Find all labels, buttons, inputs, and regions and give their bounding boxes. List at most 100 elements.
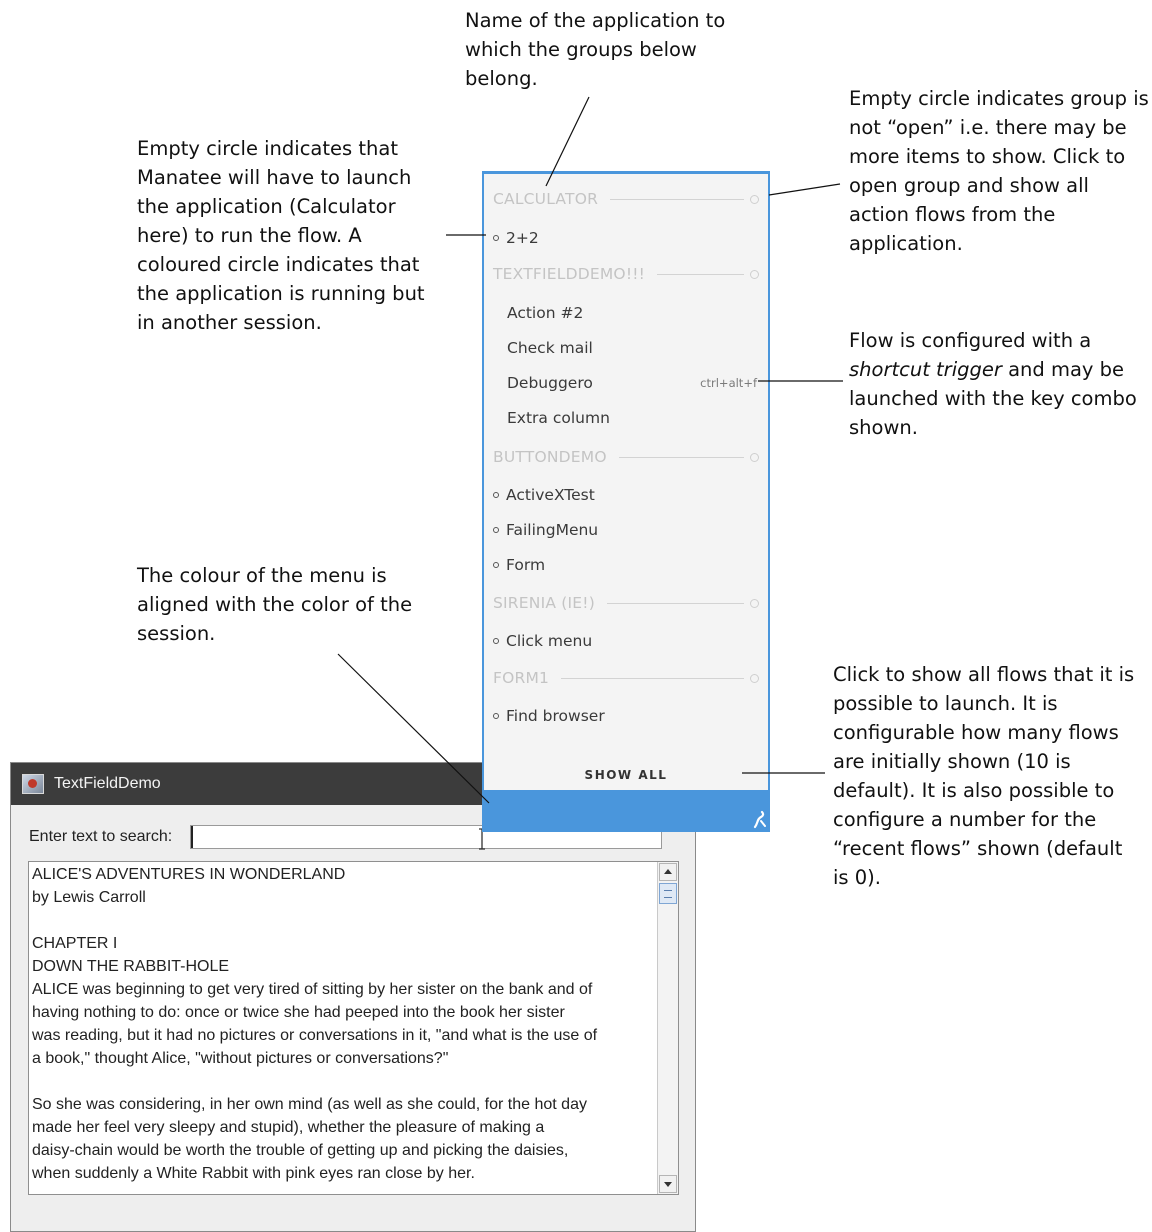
text-line: made her feel very sleepy and stupid), w… xyxy=(32,1119,545,1136)
menu-group-header[interactable]: CALCULATOR xyxy=(493,189,759,209)
manatee-logo-icon[interactable] xyxy=(752,809,766,829)
annotation-line: the application is running but xyxy=(137,282,425,305)
text-line: ALICE was beginning to get very tired of… xyxy=(32,981,593,998)
annotation-line: Manatee will have to launch xyxy=(137,166,412,189)
group-divider xyxy=(618,456,744,458)
text-line: DOWN THE RABBIT-HOLE xyxy=(32,958,230,975)
app-icon xyxy=(22,774,44,794)
group-name: FORM1 xyxy=(493,669,550,687)
search-label: Enter text to search: xyxy=(29,828,173,845)
menu-group-header[interactable]: BUTTONDEMO xyxy=(493,447,759,467)
text-line xyxy=(32,1070,656,1093)
group-divider xyxy=(657,273,744,275)
menu-footer xyxy=(482,790,770,832)
scroll-down-icon[interactable] xyxy=(659,1175,677,1193)
text-line: was reading, but it had no pictures or c… xyxy=(32,1027,598,1044)
scroll-up-icon[interactable] xyxy=(659,863,677,881)
launch-circle-icon xyxy=(493,492,499,498)
text-line: a book," thought Alice, "without picture… xyxy=(32,1050,449,1067)
annotation-line: belong. xyxy=(465,67,538,90)
group-name: CALCULATOR xyxy=(493,190,599,208)
annotation-line: aligned with the color of the xyxy=(137,593,413,616)
flow-label: Action #2 xyxy=(507,304,584,322)
launch-circle-icon xyxy=(493,713,499,719)
annotation-emphasis: shortcut trigger xyxy=(849,358,1002,381)
annotation-line: action flows from the xyxy=(849,203,1056,226)
annotation-text: and may be xyxy=(1001,358,1125,381)
annotation-line: Name of the application to xyxy=(465,9,726,32)
menu-flow-item[interactable]: Form xyxy=(493,555,759,575)
flow-label: Check mail xyxy=(507,339,593,357)
launch-circle-icon xyxy=(493,638,499,644)
annotation-line: session. xyxy=(137,622,216,645)
menu-flow-item[interactable]: Debuggero ctrl+alt+f xyxy=(493,373,759,393)
flow-label: Find browser xyxy=(506,707,605,725)
vertical-scrollbar[interactable] xyxy=(657,862,678,1194)
menu-flow-item[interactable]: Click menu xyxy=(493,631,759,651)
shortcut-trigger: ctrl+alt+f xyxy=(700,376,757,390)
group-open-circle-icon[interactable] xyxy=(750,673,759,683)
annotation-line: possible to launch. It is xyxy=(833,692,1058,715)
flow-label: Form xyxy=(506,556,546,574)
text-line: by Lewis Carroll xyxy=(32,889,146,906)
text-line: CHAPTER I xyxy=(32,935,118,952)
annotation-line: which the groups below xyxy=(465,38,697,61)
annotation-line: launched with the key combo xyxy=(849,387,1137,410)
flow-label: Debuggero xyxy=(507,374,593,392)
group-divider xyxy=(606,602,744,604)
annotation-line: shortcut trigger and may be xyxy=(849,355,1137,384)
annotation-empty-circle-launch: Empty circle indicates that Manatee will… xyxy=(137,134,425,337)
group-name: SIRENIA (IE!) xyxy=(493,594,595,612)
annotation-line: shown. xyxy=(849,416,918,439)
menu-flow-item[interactable]: Extra column xyxy=(493,408,759,428)
annotation-line: Empty circle indicates that xyxy=(137,137,398,160)
annotation-line: configure a number for the xyxy=(833,808,1097,831)
window-title: TextFieldDemo xyxy=(54,775,161,792)
flow-label: Click menu xyxy=(506,632,593,650)
group-name: BUTTONDEMO xyxy=(493,448,607,466)
annotation-line: “recent flows” shown (default xyxy=(833,837,1123,860)
annotation-shortcut-trigger: Flow is configured with a shortcut trigg… xyxy=(849,326,1137,442)
text-line: daisy-chain would be worth the trouble o… xyxy=(32,1142,569,1159)
flow-label: Extra column xyxy=(507,409,610,427)
menu-group-header[interactable]: FORM1 xyxy=(493,668,759,688)
annotation-line: The colour of the menu is xyxy=(137,564,387,587)
annotation-line: the application (Calculator xyxy=(137,195,396,218)
group-divider xyxy=(610,198,744,200)
group-open-circle-icon[interactable] xyxy=(750,452,759,462)
group-open-circle-icon[interactable] xyxy=(750,598,759,608)
menu-flow-item[interactable]: FailingMenu xyxy=(493,520,759,540)
menu-flow-item[interactable]: Find browser xyxy=(493,706,759,726)
text-line: ALICE'S ADVENTURES IN WONDERLAND xyxy=(32,866,346,883)
group-open-circle-icon[interactable] xyxy=(750,194,759,204)
flow-label: 2+2 xyxy=(506,229,539,247)
text-line: when suddenly a White Rabbit with pink e… xyxy=(32,1165,475,1182)
annotation-group-not-open: Empty circle indicates group is not “ope… xyxy=(849,84,1149,258)
group-open-circle-icon[interactable] xyxy=(750,269,759,279)
annotation-line: Flow is configured with a xyxy=(849,329,1092,352)
annotation-line: are initially shown (10 is xyxy=(833,750,1071,773)
flow-menu: SHOW ALL CALCULATOR 2+2 TEXTFIELDDEMO!!! Ac… xyxy=(482,171,770,832)
annotation-line: application. xyxy=(849,232,963,255)
leader-group-open xyxy=(768,183,841,196)
text-line: having nothing to do: once or twice she … xyxy=(32,1004,565,1021)
text-content[interactable]: ALICE'S ADVENTURES IN WONDERLAND by Lewis… xyxy=(30,863,656,1193)
show-all-button[interactable]: SHOW ALL xyxy=(484,768,768,782)
annotation-line: in another session. xyxy=(137,311,322,334)
annotation-app-name: Name of the application to which the gro… xyxy=(465,6,725,93)
annotation-line: default). It is also possible to xyxy=(833,779,1115,802)
annotation-show-all: Click to show all flows that it is possi… xyxy=(833,660,1134,892)
menu-group-header[interactable]: SIRENIA (IE!) xyxy=(493,593,759,613)
menu-group-header[interactable]: TEXTFIELDDEMO!!! xyxy=(493,264,759,284)
launch-circle-icon xyxy=(493,562,499,568)
text-line xyxy=(32,909,656,932)
menu-flow-item[interactable]: Check mail xyxy=(493,338,759,358)
annotation-line: open group and show all xyxy=(849,174,1089,197)
annotation-line: more items to show. Click to xyxy=(849,145,1126,168)
text-area[interactable]: ALICE'S ADVENTURES IN WONDERLAND by Lewis… xyxy=(28,861,679,1195)
scroll-thumb[interactable] xyxy=(659,883,677,904)
menu-flow-item[interactable]: 2+2 xyxy=(493,228,759,248)
group-name: TEXTFIELDDEMO!!! xyxy=(493,265,646,283)
menu-flow-item[interactable]: ActiveXTest xyxy=(493,485,759,505)
menu-flow-item[interactable]: Action #2 xyxy=(493,303,759,323)
